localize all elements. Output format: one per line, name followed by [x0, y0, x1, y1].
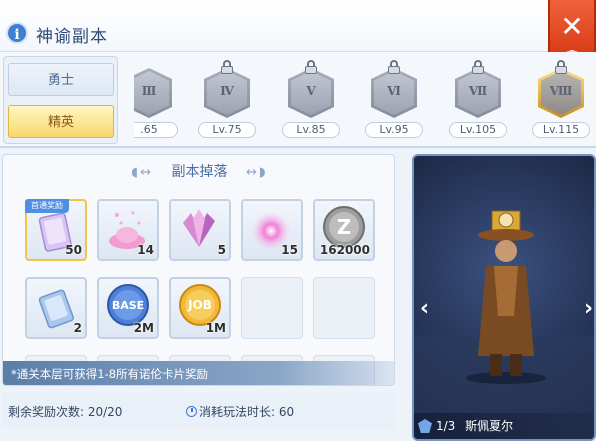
level-label: Lv.105 — [449, 122, 507, 138]
mode-toggle: 勇士 精英 — [3, 56, 118, 144]
level-item-7[interactable]: Ⅶ Lv.105 — [447, 58, 509, 142]
svg-text:BASE: BASE — [112, 299, 144, 312]
level-numeral: Ⅶ — [468, 84, 488, 98]
drop-panel: ◖↔ 副本掉落 ↔◗ 首通奖励 50 14 5 15 Z 162000 2 BA… — [2, 154, 395, 386]
level-numeral: Ⅷ — [549, 84, 573, 98]
level-label: Lv.95 — [365, 122, 423, 138]
level-numeral: Ⅴ — [306, 84, 316, 98]
svg-text:Z: Z — [337, 215, 352, 239]
prev-boss-arrow-icon[interactable]: ‹ — [420, 296, 429, 321]
time-cost: 消耗玩法时长: 60 — [186, 403, 294, 420]
drop-title: ◖↔ 副本掉落 ↔◗ — [131, 164, 268, 180]
svg-text:JOB: JOB — [187, 298, 212, 312]
level-label: Lv.85 — [282, 122, 340, 138]
item-quantity: 1M — [205, 321, 226, 335]
drop-slot-empty — [241, 277, 303, 339]
close-button[interactable]: ✕ — [548, 0, 596, 58]
lock-icon — [387, 60, 401, 74]
boss-name: 斯佩夏尔 — [465, 419, 514, 433]
drop-slot-empty — [313, 277, 375, 339]
lock-icon — [220, 60, 234, 74]
item-quantity: 2 — [73, 321, 82, 335]
ornament-left-icon: ◖↔ — [131, 165, 154, 180]
info-icon[interactable]: i — [6, 22, 28, 44]
level-item-3[interactable]: Ⅲ .65 — [134, 58, 180, 142]
lock-icon — [554, 60, 568, 74]
item-quantity: 162000 — [319, 243, 370, 257]
item-quantity: 15 — [281, 243, 298, 257]
level-selector: 勇士 精英 Ⅲ .65 Ⅳ Lv.75 Ⅴ Lv.85 Ⅵ Lv.95 Ⅶ Lv… — [0, 52, 596, 148]
item-quantity: 2M — [133, 321, 154, 335]
level-item-5[interactable]: Ⅴ Lv.85 — [280, 58, 342, 142]
mode-elite-button[interactable]: 精英 — [8, 105, 114, 138]
level-item-6[interactable]: Ⅵ Lv.95 — [363, 58, 425, 142]
level-item-8[interactable]: Ⅷ Lv.115 — [530, 58, 592, 142]
level-label: Lv.115 — [532, 122, 590, 138]
boss-name-bar: 1/3 斯佩夏尔 — [414, 413, 594, 439]
item-quantity: 5 — [217, 243, 226, 257]
drop-item-blue-card[interactable]: 2 — [25, 277, 87, 339]
header-bar: i 神谕副本 — [0, 0, 596, 52]
next-boss-arrow-icon[interactable]: › — [584, 296, 593, 321]
level-numeral: Ⅵ — [387, 84, 401, 98]
gem-icon — [418, 419, 432, 433]
ornament-right-icon: ↔◗ — [245, 165, 268, 180]
clock-icon — [186, 406, 197, 417]
level-numeral: Ⅳ — [220, 84, 234, 98]
boss-index: 1/3 — [436, 419, 456, 433]
drop-item-base-exp[interactable]: BASE 2M — [97, 277, 159, 339]
level-numeral: Ⅲ — [141, 84, 157, 98]
lock-icon — [304, 60, 318, 74]
boss-figure — [414, 210, 594, 439]
item-quantity: 14 — [137, 243, 154, 257]
mode-normal-button[interactable]: 勇士 — [8, 63, 114, 96]
footer-info: 剩余奖励次数: 20/20 消耗玩法时长: 60 — [2, 392, 395, 428]
drop-item-card[interactable]: 首通奖励 50 — [25, 199, 87, 261]
page-title: 神谕副本 — [36, 27, 108, 47]
level-label: Lv.75 — [198, 122, 256, 138]
level-label: .65 — [134, 122, 178, 138]
item-quantity: 50 — [65, 243, 82, 257]
lock-icon — [471, 60, 485, 74]
drop-item-zeny[interactable]: Z 162000 — [313, 199, 375, 261]
level-item-4[interactable]: Ⅳ Lv.75 — [196, 58, 258, 142]
remaining-rewards: 剩余奖励次数: 20/20 — [8, 405, 123, 419]
boss-preview: ‹ › 1/3 斯佩夏尔 — [412, 154, 596, 441]
drop-item-powder[interactable]: 14 — [97, 199, 159, 261]
drop-item-crystal[interactable]: 5 — [169, 199, 231, 261]
drop-item-job-exp[interactable]: JOB 1M — [169, 277, 231, 339]
drop-note: *通关本层可获得1-8所有诺伦卡片奖励 — [3, 361, 394, 385]
drop-item-orb[interactable]: 15 — [241, 199, 303, 261]
